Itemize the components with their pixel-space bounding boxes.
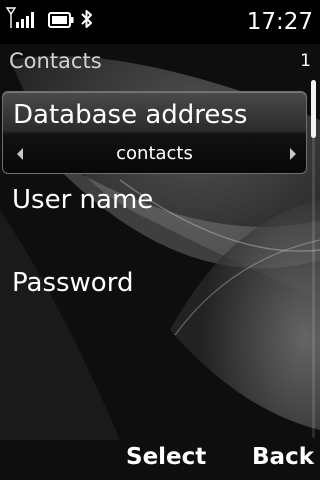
item-counter: 1 xyxy=(300,51,311,71)
page-title: Contacts xyxy=(9,49,102,73)
field-label: Password xyxy=(12,268,134,298)
status-icons xyxy=(6,7,94,29)
scrollbar-thumb[interactable] xyxy=(311,80,316,138)
battery-icon xyxy=(48,11,74,29)
field-value: contacts xyxy=(116,143,193,164)
status-bar: 17:27 xyxy=(0,0,320,44)
field-label: Database address xyxy=(13,100,248,130)
phone-screen: 17:27 Contacts 1 Database address contac… xyxy=(0,0,320,480)
field-label: User name xyxy=(12,185,154,215)
bluetooth-icon xyxy=(80,9,94,29)
arrow-right-icon[interactable] xyxy=(290,148,296,160)
database-address-field[interactable]: Database address contacts xyxy=(2,91,307,174)
clock-time: 17:27 xyxy=(246,9,313,35)
user-name-field[interactable]: User name xyxy=(2,172,307,228)
back-softkey[interactable]: Back xyxy=(252,440,314,474)
password-field[interactable]: Password xyxy=(2,255,307,311)
signal-strength-icon xyxy=(6,7,42,29)
select-softkey[interactable]: Select xyxy=(126,440,206,474)
